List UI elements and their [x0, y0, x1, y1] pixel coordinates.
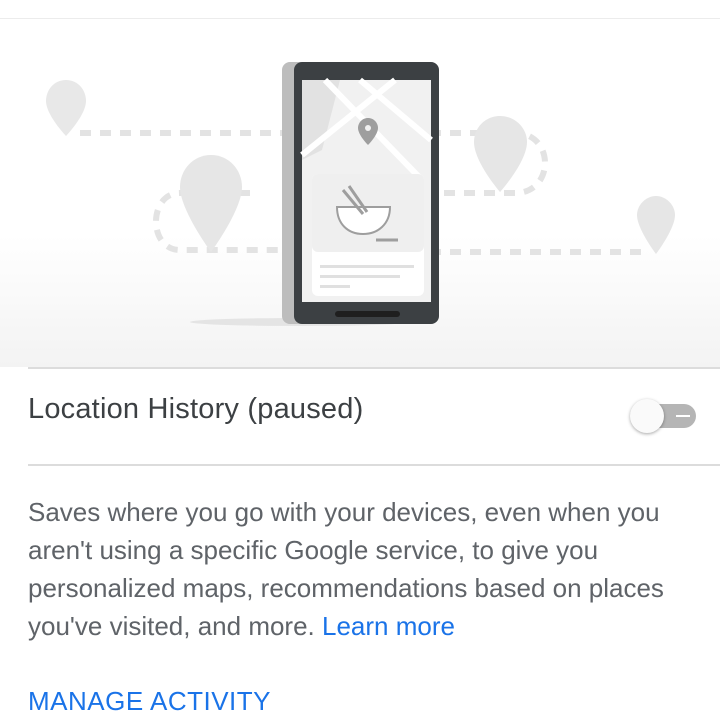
location-history-toggle[interactable]	[628, 397, 698, 437]
location-pin-icon	[180, 155, 242, 252]
divider	[28, 464, 720, 466]
setting-description: Saves where you go with your devices, ev…	[28, 493, 708, 645]
location-pin-icon	[474, 116, 527, 192]
location-history-illustration	[0, 19, 720, 367]
learn-more-link[interactable]: Learn more	[322, 611, 455, 641]
divider	[28, 367, 720, 369]
location-pin-icon	[637, 196, 675, 254]
location-pin-icon	[46, 80, 86, 136]
setting-title: Location History (paused)	[28, 393, 364, 425]
manage-activity-button[interactable]: MANAGE ACTIVITY	[28, 686, 271, 717]
toggle-thumb	[630, 399, 664, 433]
phone-illustration	[282, 62, 439, 324]
toggle-off-indicator	[676, 415, 690, 417]
